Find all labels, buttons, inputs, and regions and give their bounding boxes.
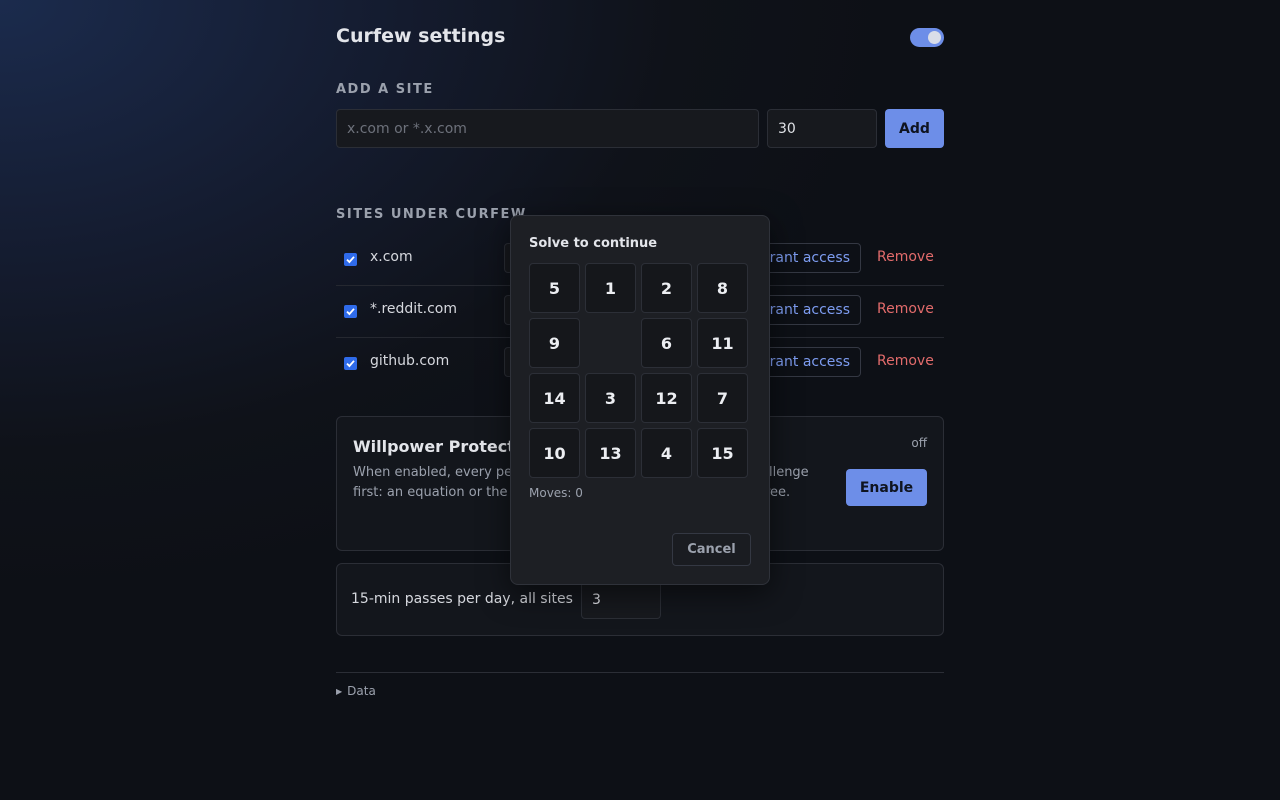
willpower-title: Willpower Protecti xyxy=(353,437,521,456)
enable-willpower-button[interactable]: Enable xyxy=(846,469,927,506)
header: Curfew settings xyxy=(336,25,944,51)
puzzle-tile[interactable]: 13 xyxy=(585,428,636,478)
site-domain: x.com xyxy=(370,249,413,265)
site-domain-input[interactable] xyxy=(336,109,759,148)
passes-per-day-input[interactable] xyxy=(581,580,661,619)
sites-under-curfew-label: SITES UNDER CURFEW xyxy=(336,207,527,222)
willpower-desc-line2-left: first: an equation or the xyxy=(353,485,508,500)
puzzle-tile[interactable]: 15 xyxy=(697,428,748,478)
site-domain: github.com xyxy=(370,353,450,369)
puzzle-tile[interactable]: 2 xyxy=(641,263,692,313)
moves-counter: Moves: 0 xyxy=(529,486,583,500)
divider xyxy=(336,672,944,673)
puzzle-tile[interactable]: 11 xyxy=(697,318,748,368)
puzzle-empty-slot xyxy=(585,318,636,368)
puzzle-tile[interactable]: 9 xyxy=(529,318,580,368)
willpower-status: off xyxy=(911,436,927,450)
puzzle-tile[interactable]: 4 xyxy=(641,428,692,478)
cancel-button[interactable]: Cancel xyxy=(672,533,751,566)
site-enabled-checkbox[interactable] xyxy=(344,357,357,370)
curfew-enabled-toggle[interactable] xyxy=(910,28,944,47)
data-section-label: Data xyxy=(347,684,376,698)
puzzle-modal: Solve to continue 5 1 2 8 9 6 11 14 3 12 7 10 13 4 15 … xyxy=(510,215,770,585)
remove-site-button[interactable]: Remove xyxy=(877,301,934,317)
data-section-toggle[interactable]: ▶ Data xyxy=(336,684,376,698)
puzzle-tile[interactable]: 1 xyxy=(585,263,636,313)
add-site-button[interactable]: Add xyxy=(885,109,944,148)
willpower-desc-line1-left: When enabled, every pe xyxy=(353,465,513,480)
puzzle-tile[interactable]: 12 xyxy=(641,373,692,423)
site-domain: *.reddit.com xyxy=(370,301,458,317)
puzzle-tile[interactable]: 10 xyxy=(529,428,580,478)
page-title: Curfew settings xyxy=(336,25,506,47)
puzzle-tile[interactable]: 8 xyxy=(697,263,748,313)
triangle-right-icon: ▶ xyxy=(336,687,343,696)
site-enabled-checkbox[interactable] xyxy=(344,305,357,318)
puzzle-tile[interactable]: 7 xyxy=(697,373,748,423)
puzzle-tile[interactable]: 14 xyxy=(529,373,580,423)
puzzle-tile[interactable]: 6 xyxy=(641,318,692,368)
remove-site-button[interactable]: Remove xyxy=(877,249,934,265)
puzzle-title: Solve to continue xyxy=(529,236,658,251)
passes-per-day-label: 15-min passes per day, all sites xyxy=(351,591,573,607)
remove-site-button[interactable]: Remove xyxy=(877,353,934,369)
toggle-knob xyxy=(928,31,941,44)
puzzle-tile[interactable]: 3 xyxy=(585,373,636,423)
puzzle-tile[interactable]: 5 xyxy=(529,263,580,313)
minutes-input[interactable] xyxy=(767,109,877,148)
add-site-label: ADD A SITE xyxy=(336,82,434,97)
site-enabled-checkbox[interactable] xyxy=(344,253,357,266)
